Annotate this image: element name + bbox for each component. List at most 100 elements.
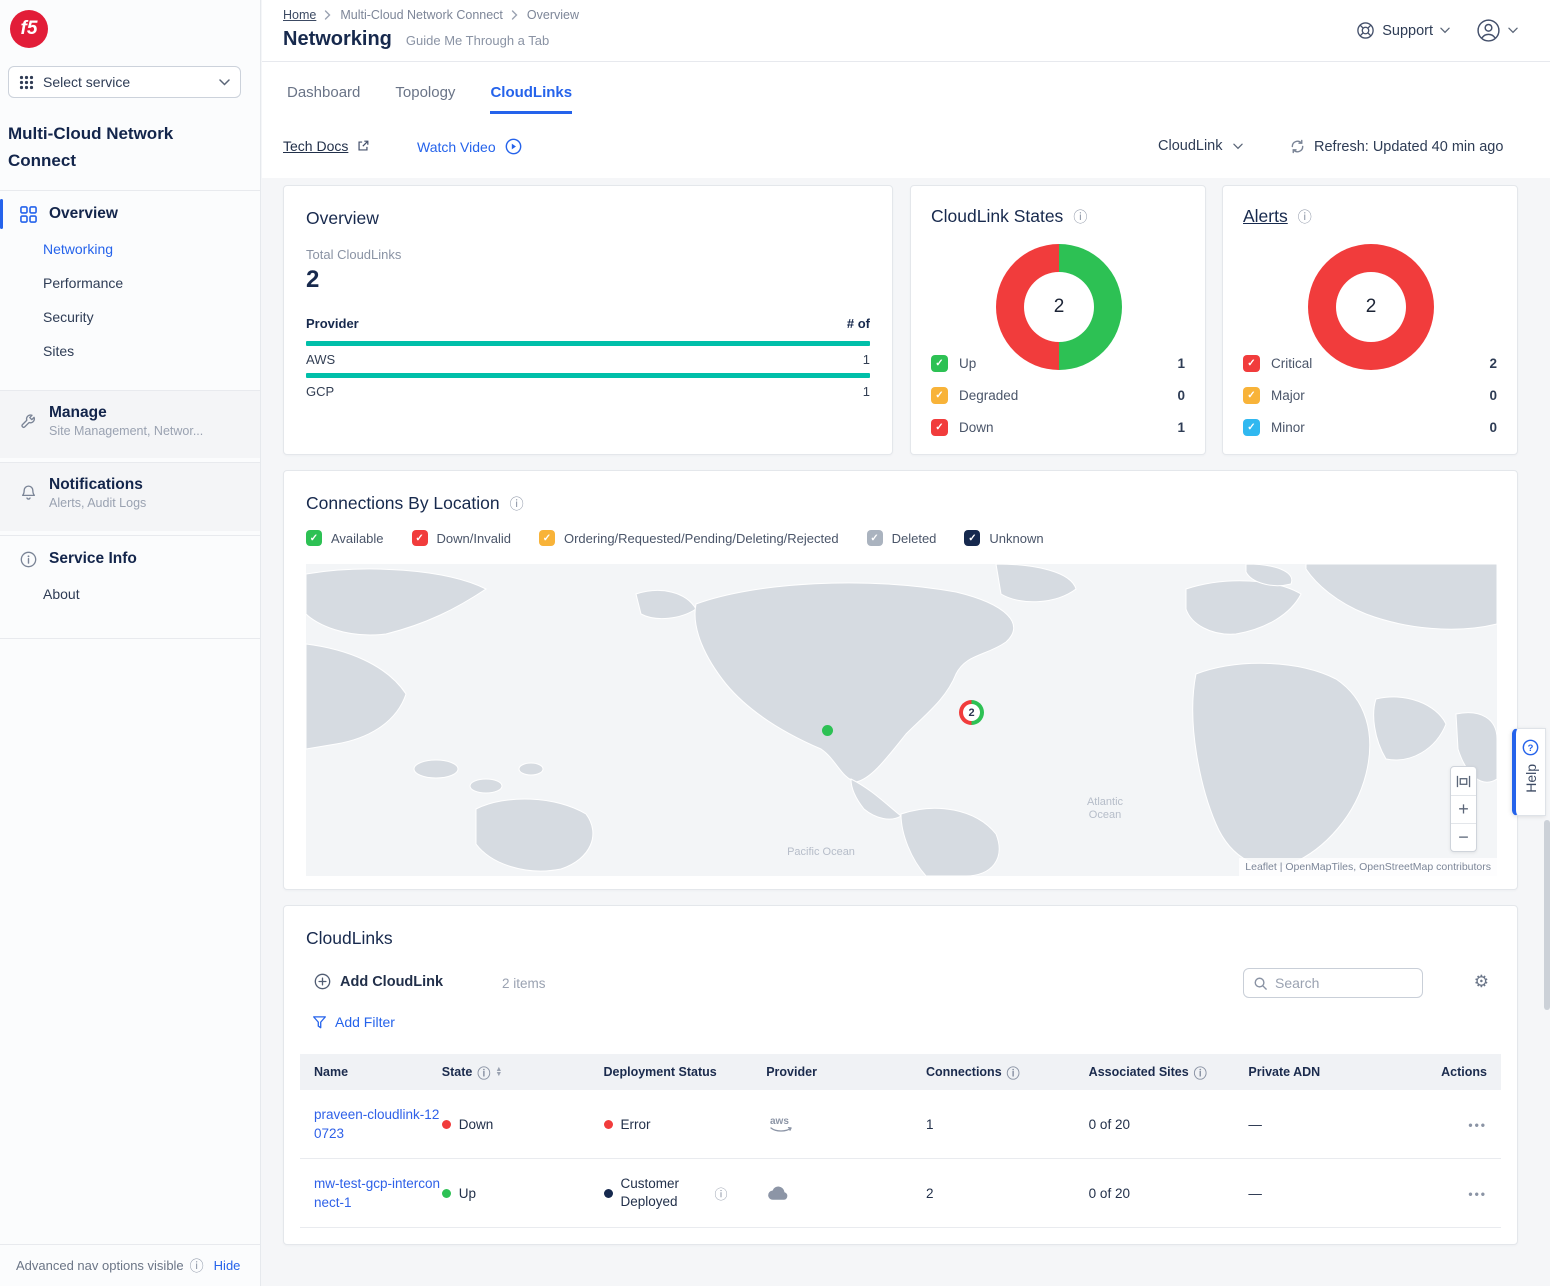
sidebar-footer: Advanced nav options visible ⓘ Hide [0, 1244, 260, 1286]
sidebar-item-about[interactable]: About [0, 577, 260, 611]
row-actions-menu[interactable]: ••• [1468, 1187, 1487, 1201]
minor-checkbox[interactable]: ✓ [1243, 419, 1260, 436]
sidebar-item-performance[interactable]: Performance [0, 266, 260, 300]
ordering-checkbox[interactable]: ✓ [539, 530, 555, 546]
deployment-dot [604, 1120, 613, 1129]
add-filter-button[interactable]: Add Filter [312, 1014, 395, 1030]
tab-dashboard[interactable]: Dashboard [287, 84, 360, 114]
search-input[interactable] [1275, 975, 1405, 991]
divider [262, 61, 1550, 62]
column-header-name[interactable]: Name [300, 1065, 442, 1079]
breadcrumb-home[interactable]: Home [283, 8, 316, 22]
tech-docs-link[interactable]: Tech Docs [283, 138, 370, 154]
column-header-associated-sites[interactable]: Associated Sitesⓘ [1089, 1063, 1249, 1082]
down-checkbox[interactable]: ✓ [931, 419, 948, 436]
info-icon[interactable]: ⓘ [1007, 1063, 1020, 1082]
alerts-title-link[interactable]: Alerts [1243, 206, 1288, 227]
avatar-icon [1476, 18, 1501, 43]
available-checkbox[interactable]: ✓ [306, 530, 322, 546]
critical-checkbox[interactable]: ✓ [1243, 355, 1260, 372]
total-cloudlinks-value: 2 [306, 266, 870, 294]
map-zoom-in-button[interactable]: + [1451, 795, 1476, 823]
sort-icon[interactable]: ▲▼ [495, 1067, 502, 1077]
column-header-private-adn[interactable]: Private ADN [1248, 1065, 1421, 1079]
manage-label: Manage [49, 404, 203, 422]
info-icon[interactable]: ⓘ [477, 1063, 490, 1082]
scrollbar-thumb[interactable] [1544, 820, 1550, 1010]
overview-card-title: Overview [306, 208, 870, 229]
page-title: Networking [283, 28, 392, 51]
add-cloudlink-button[interactable]: Add CloudLink [314, 973, 443, 990]
advanced-nav-text: Advanced nav options visible [16, 1258, 184, 1273]
info-icon[interactable]: ⓘ [510, 494, 524, 514]
cloudlink-name-link[interactable]: praveen-cloudlink-120723 [314, 1107, 439, 1141]
help-tab[interactable]: ? Help [1512, 728, 1546, 816]
scope-dropdown[interactable]: CloudLink [1158, 138, 1243, 154]
sidebar-item-sites[interactable]: Sites [0, 334, 260, 368]
sidebar-item-notifications[interactable]: Notifications Alerts, Audit Logs [0, 463, 260, 519]
major-label: Major [1271, 388, 1478, 403]
major-checkbox[interactable]: ✓ [1243, 387, 1260, 404]
deleted-checkbox[interactable]: ✓ [867, 530, 883, 546]
map-attribution[interactable]: Leaflet | OpenMapTiles, OpenStreetMap co… [1239, 858, 1497, 876]
info-icon[interactable]: ⓘ [1073, 207, 1087, 227]
unknown-checkbox[interactable]: ✓ [964, 530, 980, 546]
state-dot [442, 1120, 451, 1129]
degraded-checkbox[interactable]: ✓ [931, 387, 948, 404]
tab-topology[interactable]: Topology [395, 84, 455, 114]
alerts-card: Alerts ⓘ 2 ✓ Critical 2 ✓ Major 0 ✓ Mino… [1222, 185, 1518, 455]
page-subtitle[interactable]: Guide Me Through a Tab [406, 33, 549, 48]
column-header-state[interactable]: State ⓘ ▲▼ [442, 1063, 604, 1082]
info-icon[interactable]: ⓘ [715, 1184, 728, 1203]
overview-grid-icon [20, 206, 37, 223]
donut-center-value: 2 [1054, 296, 1065, 318]
info-icon[interactable]: ⓘ [1298, 207, 1312, 227]
refresh-button[interactable]: Refresh: Updated 40 min ago [1289, 138, 1503, 155]
map-marker-available[interactable] [822, 725, 833, 736]
plus-circle-icon [314, 973, 331, 990]
sidebar-item-security[interactable]: Security [0, 300, 260, 334]
watch-video-link[interactable]: Watch Video [417, 138, 522, 155]
column-header-deployment[interactable]: Deployment Status [604, 1065, 767, 1079]
associated-sites-value: 0 of 20 [1089, 1186, 1249, 1201]
world-map[interactable]: Atlantic Ocean Pacific Ocean 2 + − Leafl… [306, 564, 1497, 876]
column-header-connections[interactable]: Connectionsⓘ [926, 1063, 1089, 1082]
support-menu[interactable]: Support [1356, 21, 1450, 40]
available-label: Available [331, 531, 384, 546]
state-text: Down [459, 1117, 494, 1132]
app-grid-icon [19, 75, 34, 90]
deployment-dot [604, 1189, 613, 1198]
connections-map-card: Connections By Location ⓘ ✓Available ✓Do… [283, 470, 1518, 890]
external-link-icon [356, 139, 370, 153]
chevron-down-icon [1508, 27, 1518, 34]
user-menu[interactable] [1476, 18, 1518, 43]
f5-logo[interactable]: f5 [10, 10, 48, 48]
table-settings-gear-icon[interactable]: ⚙ [1474, 972, 1489, 992]
associated-sites-value: 0 of 20 [1089, 1117, 1249, 1132]
search-icon [1253, 976, 1268, 991]
refresh-icon [1289, 138, 1306, 155]
chevron-down-icon [219, 79, 230, 86]
lifebuoy-icon [1356, 21, 1375, 40]
down-invalid-checkbox[interactable]: ✓ [412, 530, 428, 546]
sidebar-item-service-info[interactable]: Service Info [0, 541, 260, 577]
tab-cloudlinks[interactable]: CloudLinks [490, 84, 572, 114]
column-header-provider[interactable]: Provider [766, 1065, 926, 1079]
info-icon[interactable]: ⓘ [190, 1256, 204, 1276]
cloudlink-name-link[interactable]: mw-test-gcp-interconnect-1 [314, 1176, 440, 1210]
map-zoom-out-button[interactable]: − [1451, 823, 1476, 851]
sidebar-item-overview[interactable]: Overview [0, 196, 260, 232]
bell-icon [20, 484, 37, 502]
map-fit-button[interactable] [1451, 767, 1476, 795]
hide-nav-link[interactable]: Hide [214, 1258, 241, 1273]
breadcrumb-mcnc[interactable]: Multi-Cloud Network Connect [340, 8, 503, 22]
map-cluster-marker[interactable]: 2 [959, 700, 984, 725]
info-icon[interactable]: ⓘ [1194, 1063, 1207, 1082]
sidebar-item-networking[interactable]: Networking [0, 232, 260, 266]
sidebar-item-manage[interactable]: Manage Site Management, Networ... [0, 391, 260, 447]
up-checkbox[interactable]: ✓ [931, 355, 948, 372]
add-filter-label: Add Filter [335, 1014, 395, 1030]
row-actions-menu[interactable]: ••• [1468, 1118, 1487, 1132]
critical-label: Critical [1271, 356, 1478, 371]
select-service-dropdown[interactable]: Select service [8, 66, 241, 98]
